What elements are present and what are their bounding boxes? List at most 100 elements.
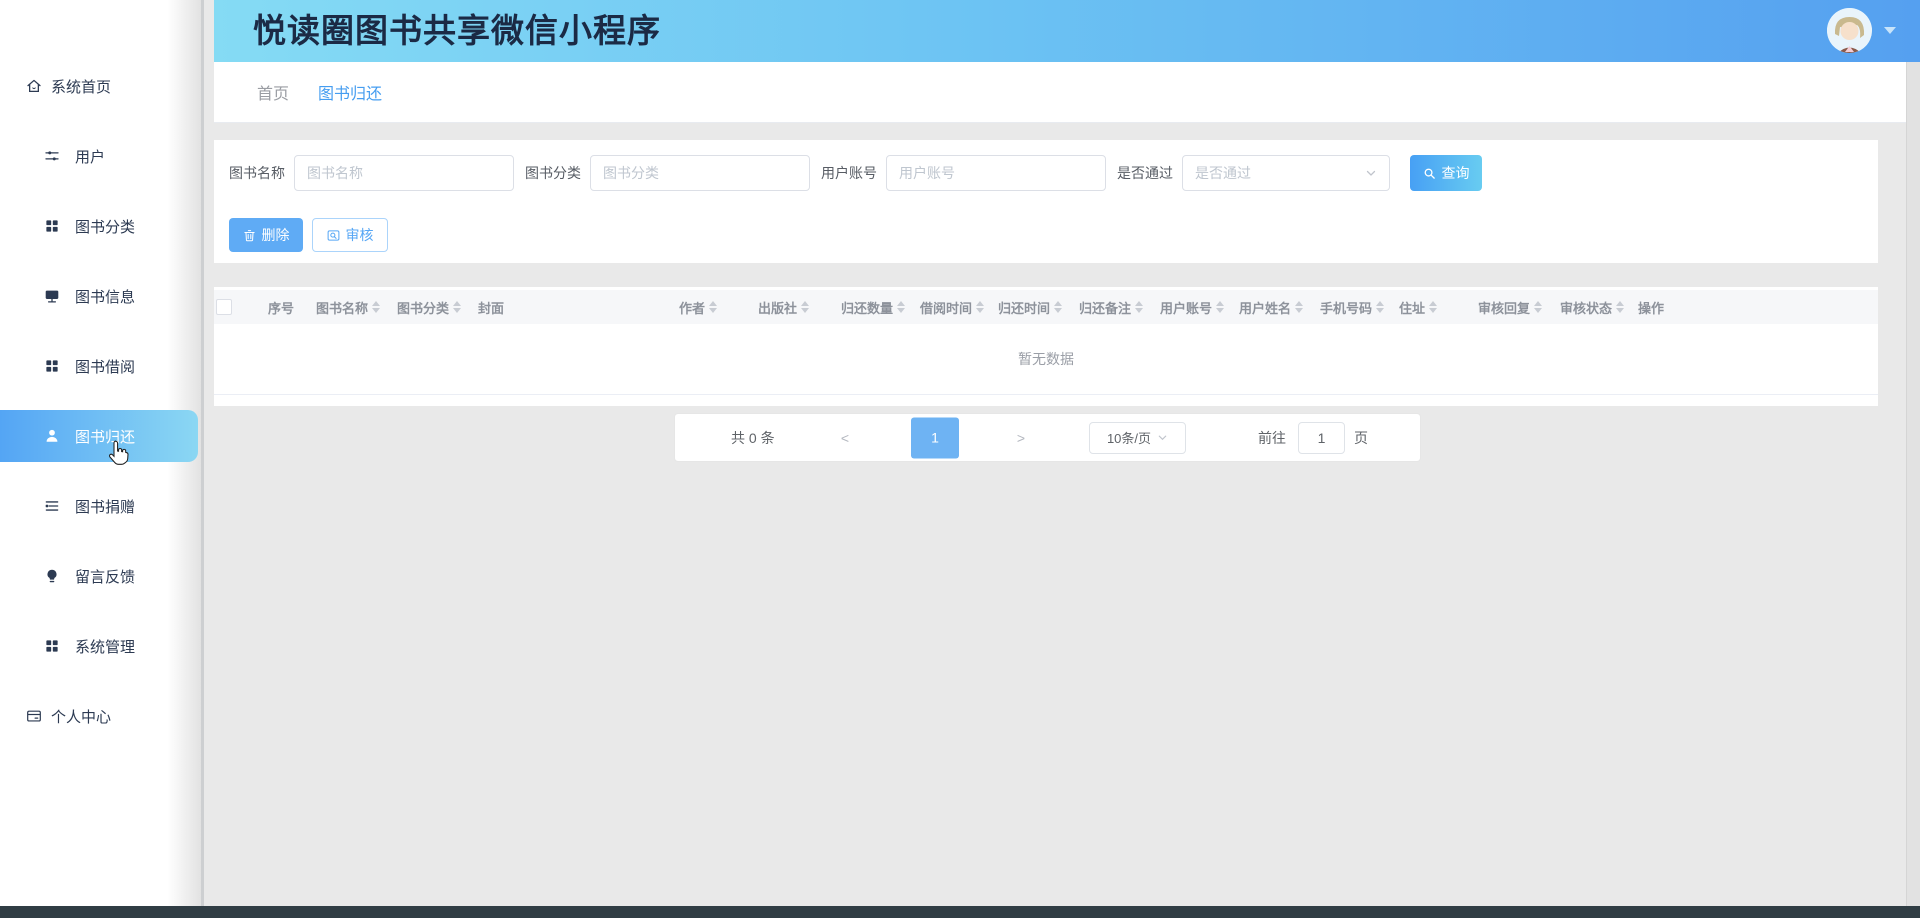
page-size-label: 10条/页 bbox=[1107, 428, 1151, 447]
table-header: 序号图书名称 图书分类封面作者 出版社归还数量借阅时间 归还时间 归还备注 用户账号 用户姓… bbox=[214, 290, 1878, 324]
table-column-user-account[interactable]: 用户账号 bbox=[1160, 298, 1239, 317]
user-account-label: 用户账号 bbox=[821, 163, 877, 183]
pass-status-label: 是否通过 bbox=[1117, 163, 1173, 183]
sidebar-item-label: 图书信息 bbox=[75, 286, 135, 307]
empty-state-text: 暂无数据 bbox=[1018, 349, 1074, 369]
monitor-icon bbox=[43, 287, 61, 305]
sort-icon[interactable] bbox=[709, 301, 717, 313]
table-column-audit-status[interactable]: 审核状态 bbox=[1560, 298, 1638, 317]
delete-button-label: 删除 bbox=[262, 225, 290, 245]
sidebar-item-book-info[interactable]: 图书信息 bbox=[0, 261, 201, 331]
sort-icon[interactable] bbox=[976, 301, 984, 313]
sidebar-item-system-manage[interactable]: 系统管理 bbox=[0, 611, 201, 681]
select-all-checkbox[interactable] bbox=[216, 299, 232, 315]
scrollbar-track[interactable] bbox=[1906, 62, 1920, 906]
bottom-bar bbox=[0, 906, 1920, 918]
list-icon bbox=[43, 497, 61, 515]
goto-page-suffix: 页 bbox=[1354, 428, 1368, 448]
table-column-return-quantity[interactable]: 归还数量 bbox=[841, 298, 920, 317]
table-column-address[interactable]: 住址 bbox=[1399, 298, 1478, 317]
sort-icon[interactable] bbox=[1376, 301, 1384, 313]
table-column-author[interactable]: 作者 bbox=[679, 298, 758, 317]
sidebar-item-label: 图书借阅 bbox=[75, 356, 135, 377]
sidebar-item-personal-center[interactable]: 个人中心 bbox=[0, 681, 201, 751]
sort-icon[interactable] bbox=[372, 301, 380, 313]
sort-icon[interactable] bbox=[801, 301, 809, 313]
column-label: 归还备注 bbox=[1079, 298, 1131, 317]
column-label: 归还时间 bbox=[998, 298, 1050, 317]
table-column-cover: 封面 bbox=[478, 298, 679, 317]
column-label: 住址 bbox=[1399, 298, 1425, 317]
sort-icon[interactable] bbox=[1295, 301, 1303, 313]
column-label: 用户姓名 bbox=[1239, 298, 1291, 317]
table-column-phone[interactable]: 手机号码 bbox=[1320, 298, 1399, 317]
book-name-input[interactable] bbox=[294, 155, 514, 191]
table-column-select bbox=[214, 299, 268, 315]
sort-icon[interactable] bbox=[897, 301, 905, 313]
audit-button[interactable]: 审核 bbox=[312, 218, 388, 252]
grid-icon bbox=[43, 217, 61, 235]
user-account-input[interactable] bbox=[886, 155, 1106, 191]
table-column-borrow-time[interactable]: 借阅时间 bbox=[920, 298, 998, 317]
sort-icon[interactable] bbox=[1616, 301, 1624, 313]
breadcrumb-home[interactable]: 首页 bbox=[257, 80, 289, 104]
table-column-return-time[interactable]: 归还时间 bbox=[998, 298, 1079, 317]
sidebar-item-feedback[interactable]: 留言反馈 bbox=[0, 541, 201, 611]
table-column-book-name[interactable]: 图书名称 bbox=[316, 298, 397, 317]
sidebar-item-book-donate[interactable]: 图书捐赠 bbox=[0, 471, 201, 541]
main-content: 悦读圈图书共享微信小程序 首页图书归还 图书名称图书分类用户账号是否通过是否通过 bbox=[204, 0, 1920, 906]
sort-icon[interactable] bbox=[453, 301, 461, 313]
breadcrumb-book-return[interactable]: 图书归还 bbox=[318, 80, 382, 104]
user-menu[interactable] bbox=[1827, 8, 1896, 53]
avatar[interactable] bbox=[1827, 8, 1872, 53]
book-category-label: 图书分类 bbox=[525, 163, 581, 183]
sidebar-menu: 系统首页用户图书分类图书信息图书借阅图书归还图书捐赠留言反馈系统管理个人中心 bbox=[0, 0, 201, 751]
user-icon bbox=[43, 427, 61, 445]
table-column-audit-reply[interactable]: 审核回复 bbox=[1478, 298, 1560, 317]
bulb-icon bbox=[43, 567, 61, 585]
pass-status-select[interactable]: 是否通过 bbox=[1182, 155, 1390, 191]
grid-icon bbox=[43, 357, 61, 375]
sort-icon[interactable] bbox=[1429, 301, 1437, 313]
action-row: 删除 审核 bbox=[229, 218, 388, 252]
sidebar-item-label: 系统首页 bbox=[51, 76, 111, 97]
sidebar-item-book-borrow[interactable]: 图书借阅 bbox=[0, 331, 201, 401]
column-label: 作者 bbox=[679, 298, 705, 317]
table-column-index: 序号 bbox=[268, 298, 316, 317]
column-label: 图书名称 bbox=[316, 298, 368, 317]
column-label: 审核状态 bbox=[1560, 298, 1612, 317]
column-label: 用户账号 bbox=[1160, 298, 1212, 317]
search-button[interactable]: 查询 bbox=[1410, 155, 1482, 191]
sort-icon[interactable] bbox=[1534, 301, 1542, 313]
delete-button[interactable]: 删除 bbox=[229, 218, 303, 252]
table-column-return-note[interactable]: 归还备注 bbox=[1079, 298, 1160, 317]
sort-icon[interactable] bbox=[1054, 301, 1062, 313]
table-column-actions: 操作 bbox=[1638, 298, 1878, 317]
sidebar-item-book-category[interactable]: 图书分类 bbox=[0, 191, 201, 261]
page-1-button[interactable]: 1 bbox=[911, 417, 959, 458]
trash-icon bbox=[243, 229, 256, 242]
sort-icon[interactable] bbox=[1216, 301, 1224, 313]
hand-cursor-icon bbox=[106, 438, 133, 465]
table-empty-row: 暂无数据 bbox=[214, 324, 1878, 395]
goto-page-prefix: 前往 bbox=[1258, 428, 1286, 448]
column-label: 借阅时间 bbox=[920, 298, 972, 317]
sidebar-item-users[interactable]: 用户 bbox=[0, 121, 201, 191]
sidebar-item-label: 图书捐赠 bbox=[75, 496, 135, 517]
table-column-user-name[interactable]: 用户姓名 bbox=[1239, 298, 1320, 317]
sidebar-item-home[interactable]: 系统首页 bbox=[0, 51, 201, 121]
breadcrumb: 首页 图书归还 bbox=[214, 62, 1906, 123]
goto-page-input[interactable] bbox=[1298, 422, 1345, 454]
sidebar-item-book-return[interactable]: 图书归还 bbox=[0, 410, 198, 462]
next-page-button[interactable]: > bbox=[1009, 429, 1033, 447]
filter-row: 图书名称图书分类用户账号是否通过是否通过 查询 bbox=[229, 155, 1482, 191]
column-label: 操作 bbox=[1638, 298, 1664, 317]
book-category-input[interactable] bbox=[590, 155, 810, 191]
prev-page-button[interactable]: < bbox=[833, 429, 857, 447]
table-column-publisher[interactable]: 出版社 bbox=[758, 298, 841, 317]
table-column-book-category[interactable]: 图书分类 bbox=[397, 298, 478, 317]
sort-icon[interactable] bbox=[1135, 301, 1143, 313]
search-button-label: 查询 bbox=[1442, 163, 1470, 183]
sidebar-item-label: 个人中心 bbox=[51, 706, 111, 727]
page-size-select[interactable]: 10条/页 bbox=[1089, 422, 1186, 454]
